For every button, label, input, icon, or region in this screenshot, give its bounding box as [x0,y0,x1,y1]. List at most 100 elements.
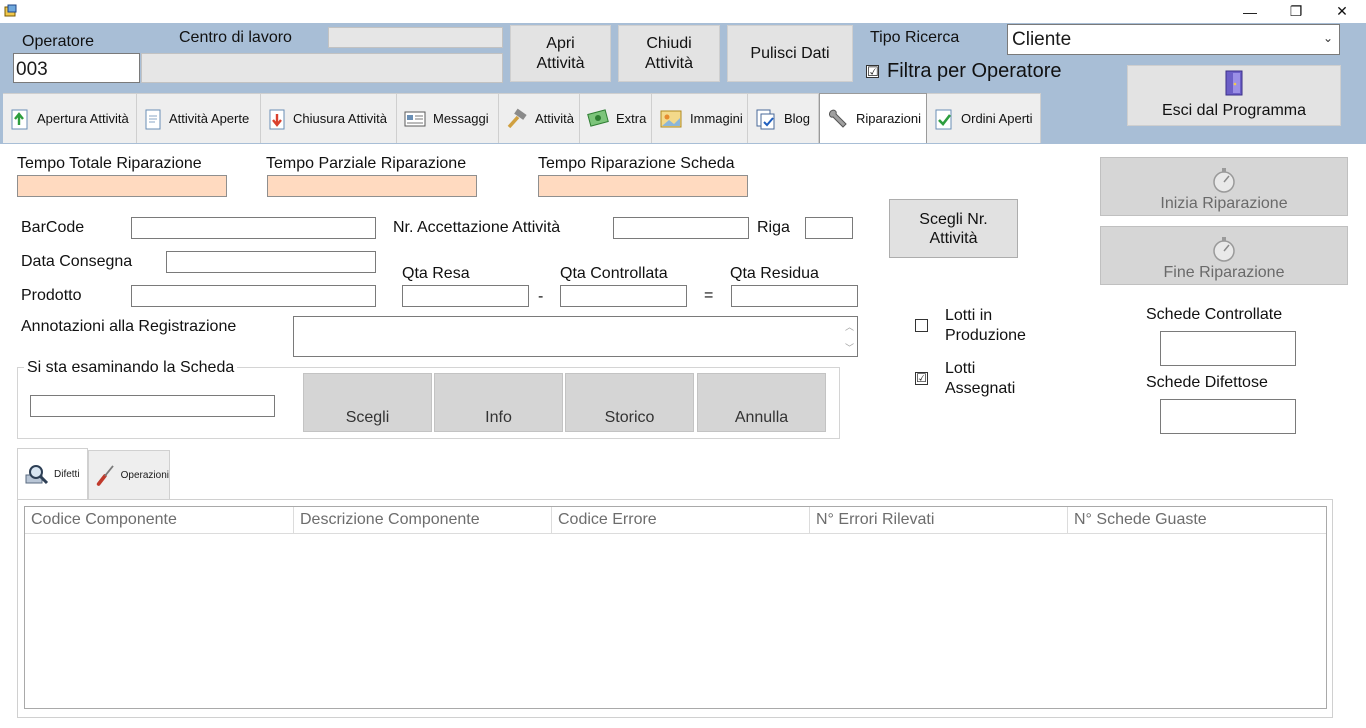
tab-chiusura-attivita[interactable]: Chiusura Attività [261,93,397,143]
chevron-down-icon: ⌄ [1322,31,1333,45]
scegli-nr-attivita-button[interactable]: Scegli Nr. Attività [889,199,1018,258]
lotti-assegnati-label: Lotti Assegnati [945,360,1016,397]
annulla-button[interactable]: Annulla [697,373,826,432]
tab-label: Attività [535,111,575,126]
screwdriver-icon [96,465,114,486]
centro-lavoro-field[interactable] [328,27,503,48]
checkmark-doc-icon [935,109,952,129]
minus-sign: - [538,288,544,305]
difetti-grid[interactable]: Codice Componente Descrizione Componente… [24,506,1327,709]
info-button[interactable]: Info [434,373,563,432]
lotti-produzione-checkbox[interactable] [915,319,928,332]
schede-controllate-field[interactable] [1160,331,1296,366]
qta-residua-input[interactable] [731,285,858,307]
image-icon [660,110,682,127]
schede-controllate-label: Schede Controllate [1146,306,1283,323]
subtab-difetti[interactable]: Difetti [17,448,88,500]
lotti-assegnati-checkbox[interactable]: ☑ [915,372,928,385]
wrench-icon [829,109,847,128]
qta-resa-input[interactable] [402,285,529,307]
tab-apertura-attivita[interactable]: Apertura Attività [3,93,137,143]
storico-button[interactable]: Storico [565,373,694,432]
subtab-operazioni[interactable]: Operazioni [88,450,170,500]
tab-extra[interactable]: Extra [580,93,652,143]
schede-difettose-label: Schede Difettose [1146,374,1268,391]
column-header[interactable]: N° Errori Rilevati [810,507,1068,534]
maximize-button[interactable]: ❐ [1273,0,1319,23]
qta-residua-label: Qta Residua [730,265,819,282]
riga-label: Riga [757,219,790,236]
scegli-button[interactable]: Scegli [303,373,432,432]
tipo-ricerca-select[interactable]: Cliente ⌄ [1007,24,1340,55]
money-icon [587,108,609,127]
minimize-button[interactable]: — [1227,0,1273,23]
scheda-group-title: Si sta esaminando la Scheda [24,359,238,377]
tab-attivita[interactable]: Attività [499,93,580,143]
tab-label: Ordini Aperti [961,111,1033,126]
tab-label: Apertura Attività [37,111,129,126]
data-consegna-input[interactable] [166,251,376,273]
inizia-riparazione-label: Inizia Riparazione [1160,195,1288,212]
scroll-down-icon[interactable]: ﹀ [845,341,854,354]
tab-label: Extra [616,111,647,126]
prodotto-label: Prodotto [21,287,82,304]
tab-riparazioni[interactable]: Riparazioni [819,93,927,143]
tab-immagini[interactable]: Immagini [652,93,748,143]
pulisci-dati-button[interactable]: Pulisci Dati [727,25,853,82]
annotazioni-label: Annotazioni alla Registrazione [21,318,237,335]
scroll-up-icon[interactable]: ︿ [845,320,854,333]
fine-riparazione-label: Fine Riparazione [1163,264,1285,281]
column-header[interactable]: N° Schede Guaste [1068,507,1326,534]
stopwatch-icon [1213,168,1235,193]
annotazioni-textarea[interactable]: ︿ ﹀ [293,316,858,357]
stopwatch-icon [1213,237,1235,262]
tab-label: Messaggi [433,111,489,126]
schede-difettose-field[interactable] [1160,399,1296,434]
message-card-icon [404,111,426,126]
riga-input[interactable] [805,217,853,239]
operatore-label: Operatore [22,33,95,50]
tab-label: Riparazioni [856,111,922,126]
upload-doc-icon [11,109,28,129]
filtra-operatore-checkbox[interactable]: ☑ Filtra per Operatore [866,60,1062,83]
download-doc-icon [269,109,285,129]
equals-sign: = [704,287,714,304]
data-consegna-label: Data Consegna [21,253,133,270]
prodotto-input[interactable] [131,285,376,307]
tipo-ricerca-label: Tipo Ricerca [870,29,960,46]
barcode-input[interactable] [131,217,376,239]
apri-attivita-button[interactable]: Apri Attività [510,25,611,82]
tab-label: Chiusura Attività [293,111,387,126]
magnifier-icon [25,464,49,484]
tempo-parziale-label: Tempo Parziale Riparazione [266,155,467,172]
scheda-input[interactable] [30,395,275,417]
tempo-totale-field [17,175,227,197]
column-header[interactable]: Codice Errore [552,507,810,534]
nr-accettazione-input[interactable] [613,217,749,239]
inizia-riparazione-button[interactable]: Inizia Riparazione [1100,157,1348,216]
exit-door-icon [1225,70,1243,96]
document-icon [145,109,161,129]
column-header[interactable]: Descrizione Componente [294,507,552,534]
esci-programma-button[interactable]: Esci dal Programma [1127,65,1341,126]
fine-riparazione-button[interactable]: Fine Riparazione [1100,226,1348,285]
tab-attivita-aperte[interactable]: Attività Aperte [137,93,261,143]
hammer-icon [507,108,527,128]
qta-controllata-input[interactable] [560,285,687,307]
close-button[interactable]: ✕ [1319,0,1365,23]
grid-header: Codice Componente Descrizione Componente… [25,507,1326,534]
title-bar: — ❐ ✕ [0,0,1366,23]
operatore-field[interactable]: 003 [13,53,140,83]
tempo-scheda-label: Tempo Riparazione Scheda [538,155,735,172]
esci-programma-label: Esci dal Programma [1161,102,1307,119]
column-header[interactable]: Codice Componente [25,507,294,534]
lotti-produzione-label: Lotti in Produzione [945,307,1026,344]
tab-messaggi[interactable]: Messaggi [397,93,499,143]
chiudi-attivita-button[interactable]: Chiudi Attività [618,25,720,82]
tab-ordini-aperti[interactable]: Ordini Aperti [927,93,1041,143]
blog-check-icon [756,109,775,129]
app-icon [4,4,17,17]
filtra-check-icon[interactable]: ☑ [866,65,879,78]
qta-controllata-label: Qta Controllata [560,265,668,282]
tab-blog[interactable]: Blog [748,93,819,143]
